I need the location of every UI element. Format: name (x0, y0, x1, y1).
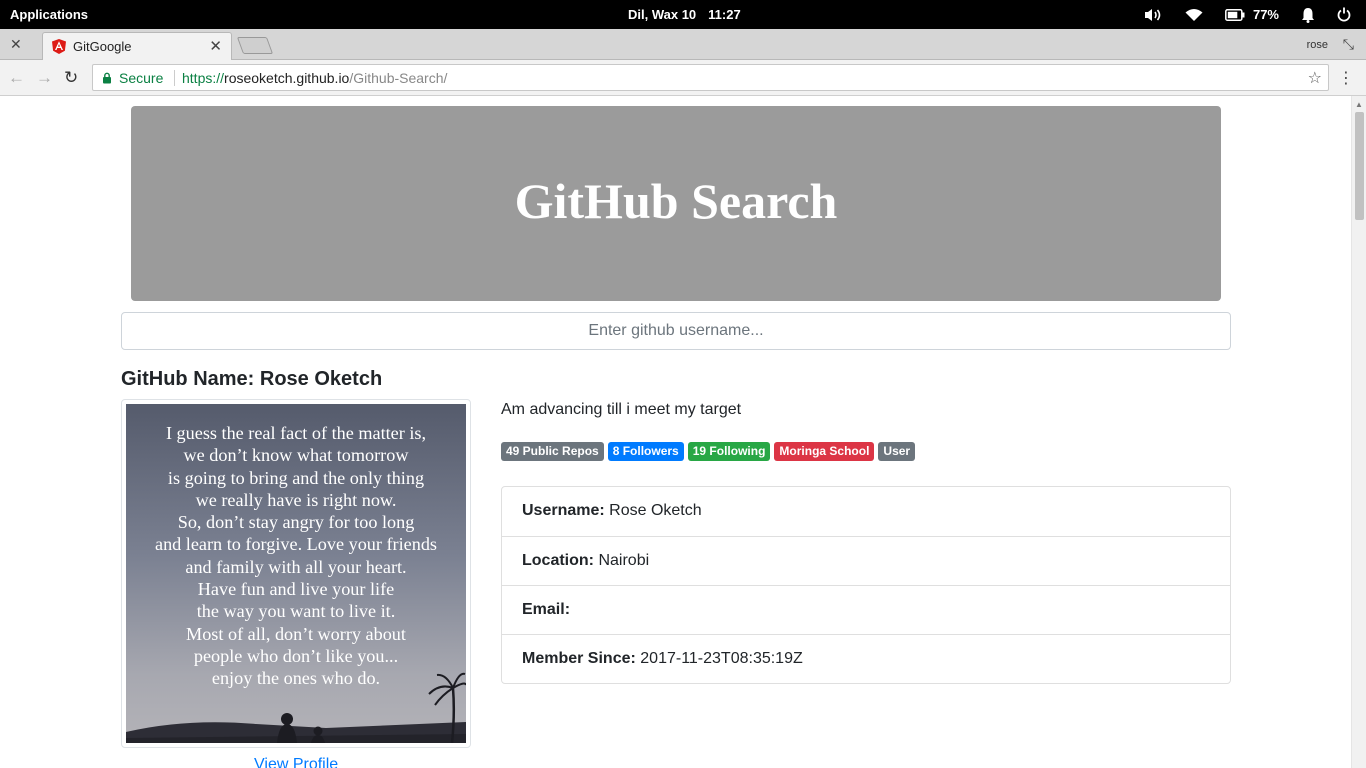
profile-name[interactable]: rose (1307, 39, 1328, 51)
url-host: roseoketch.github.io (224, 70, 350, 86)
window-close-icon[interactable]: ✕ (10, 36, 22, 53)
page-title: GitHub Search (514, 173, 838, 229)
clock-time: 11:27 (708, 7, 741, 22)
url-text: https://roseoketch.github.io/Github-Sear… (182, 70, 447, 86)
system-tray: 77% (1143, 0, 1366, 29)
user-bio: Am advancing till i meet my target (501, 401, 742, 418)
back-arrow-icon[interactable]: ← (8, 68, 25, 88)
restore-window-icon[interactable]: ⤡ (1343, 36, 1354, 53)
detail-row-location: Location: Nairobi (502, 536, 1230, 585)
stats-badges: 49 Public Repos 8 Followers 19 Following… (501, 442, 919, 461)
browser-tab[interactable]: GitGoogle ✕ (42, 32, 232, 60)
detail-value: Nairobi (598, 552, 650, 569)
new-tab-button[interactable] (236, 37, 274, 54)
volume-icon[interactable] (1143, 7, 1163, 23)
detail-label: Username: (522, 502, 605, 519)
detail-label: Member Since: (522, 650, 636, 667)
address-separator (174, 70, 175, 86)
browser-toolbar: ← → ↻ Secure https://roseoketch.github.i… (0, 60, 1366, 96)
detail-value: 2017-11-23T08:35:19Z (640, 650, 803, 667)
tab-close-icon[interactable]: ✕ (209, 37, 222, 55)
secure-label: Secure (119, 70, 164, 86)
clock-date: Dil, Wax 10 (628, 7, 697, 22)
badge-company: Moringa School (774, 442, 875, 461)
battery-indicator[interactable]: 77% (1225, 7, 1279, 22)
reload-icon[interactable]: ↻ (64, 68, 78, 88)
clock[interactable]: Dil, Wax 10 11:27 (628, 7, 753, 22)
view-profile-link[interactable]: View Profile (254, 756, 338, 768)
url-path: /Github-Search/ (349, 70, 448, 86)
detail-row-member-since: Member Since: 2017-11-23T08:35:19Z (502, 634, 1230, 683)
detail-label: Location: (522, 552, 594, 569)
forward-arrow-icon[interactable]: → (36, 68, 53, 88)
avatar-thumbnail: I guess the real fact of the matter is, … (121, 399, 471, 748)
system-top-bar: Applications Dil, Wax 10 11:27 77% (0, 0, 1366, 29)
avatar: I guess the real fact of the matter is, … (126, 404, 466, 743)
applications-menu[interactable]: Applications (10, 7, 88, 22)
jumbotron-header: GitHub Search (131, 106, 1221, 301)
user-details-list: Username: Rose Oketch Location: Nairobi … (501, 486, 1231, 684)
detail-row-email: Email: (502, 585, 1230, 634)
badge-following: 19 Following (687, 442, 771, 461)
scrollbar-thumb[interactable] (1355, 112, 1364, 220)
avatar-quote-text: I guess the real fact of the matter is, … (155, 423, 437, 689)
web-page: GitHub Search GitHub Name: Rose Oketch (0, 96, 1351, 768)
detail-label: Email: (522, 601, 571, 618)
github-name-heading: GitHub Name: Rose Oketch (121, 368, 383, 390)
battery-icon (1225, 8, 1245, 21)
address-bar[interactable]: Secure https://roseoketch.github.io/Gith… (92, 64, 1329, 91)
detail-row-username: Username: Rose Oketch (502, 487, 1230, 536)
scroll-up-arrow-icon[interactable]: ▲ (1355, 100, 1363, 109)
power-icon[interactable] (1337, 7, 1351, 22)
github-username-search-input[interactable] (121, 312, 1231, 350)
browser-menu-icon[interactable]: ⋮ (1338, 68, 1354, 88)
wifi-icon[interactable] (1185, 8, 1203, 22)
browser-tab-strip: ✕ GitGoogle ✕ rose ⤡ (0, 29, 1366, 60)
bookmark-star-icon[interactable]: ☆ (1308, 68, 1322, 88)
detail-value: Rose Oketch (609, 502, 702, 519)
badge-followers: 8 Followers (607, 442, 684, 461)
url-scheme: https:// (182, 70, 225, 86)
tab-title: GitGoogle (73, 39, 132, 54)
badge-account-type: User (878, 442, 916, 461)
lock-icon (103, 72, 111, 84)
angular-favicon-icon (52, 39, 66, 54)
page-scrollbar[interactable]: ▲ (1351, 96, 1366, 768)
badge-public-repos: 49 Public Repos (501, 442, 604, 461)
battery-percent: 77% (1252, 7, 1279, 22)
notification-bell-icon[interactable] (1301, 7, 1315, 23)
